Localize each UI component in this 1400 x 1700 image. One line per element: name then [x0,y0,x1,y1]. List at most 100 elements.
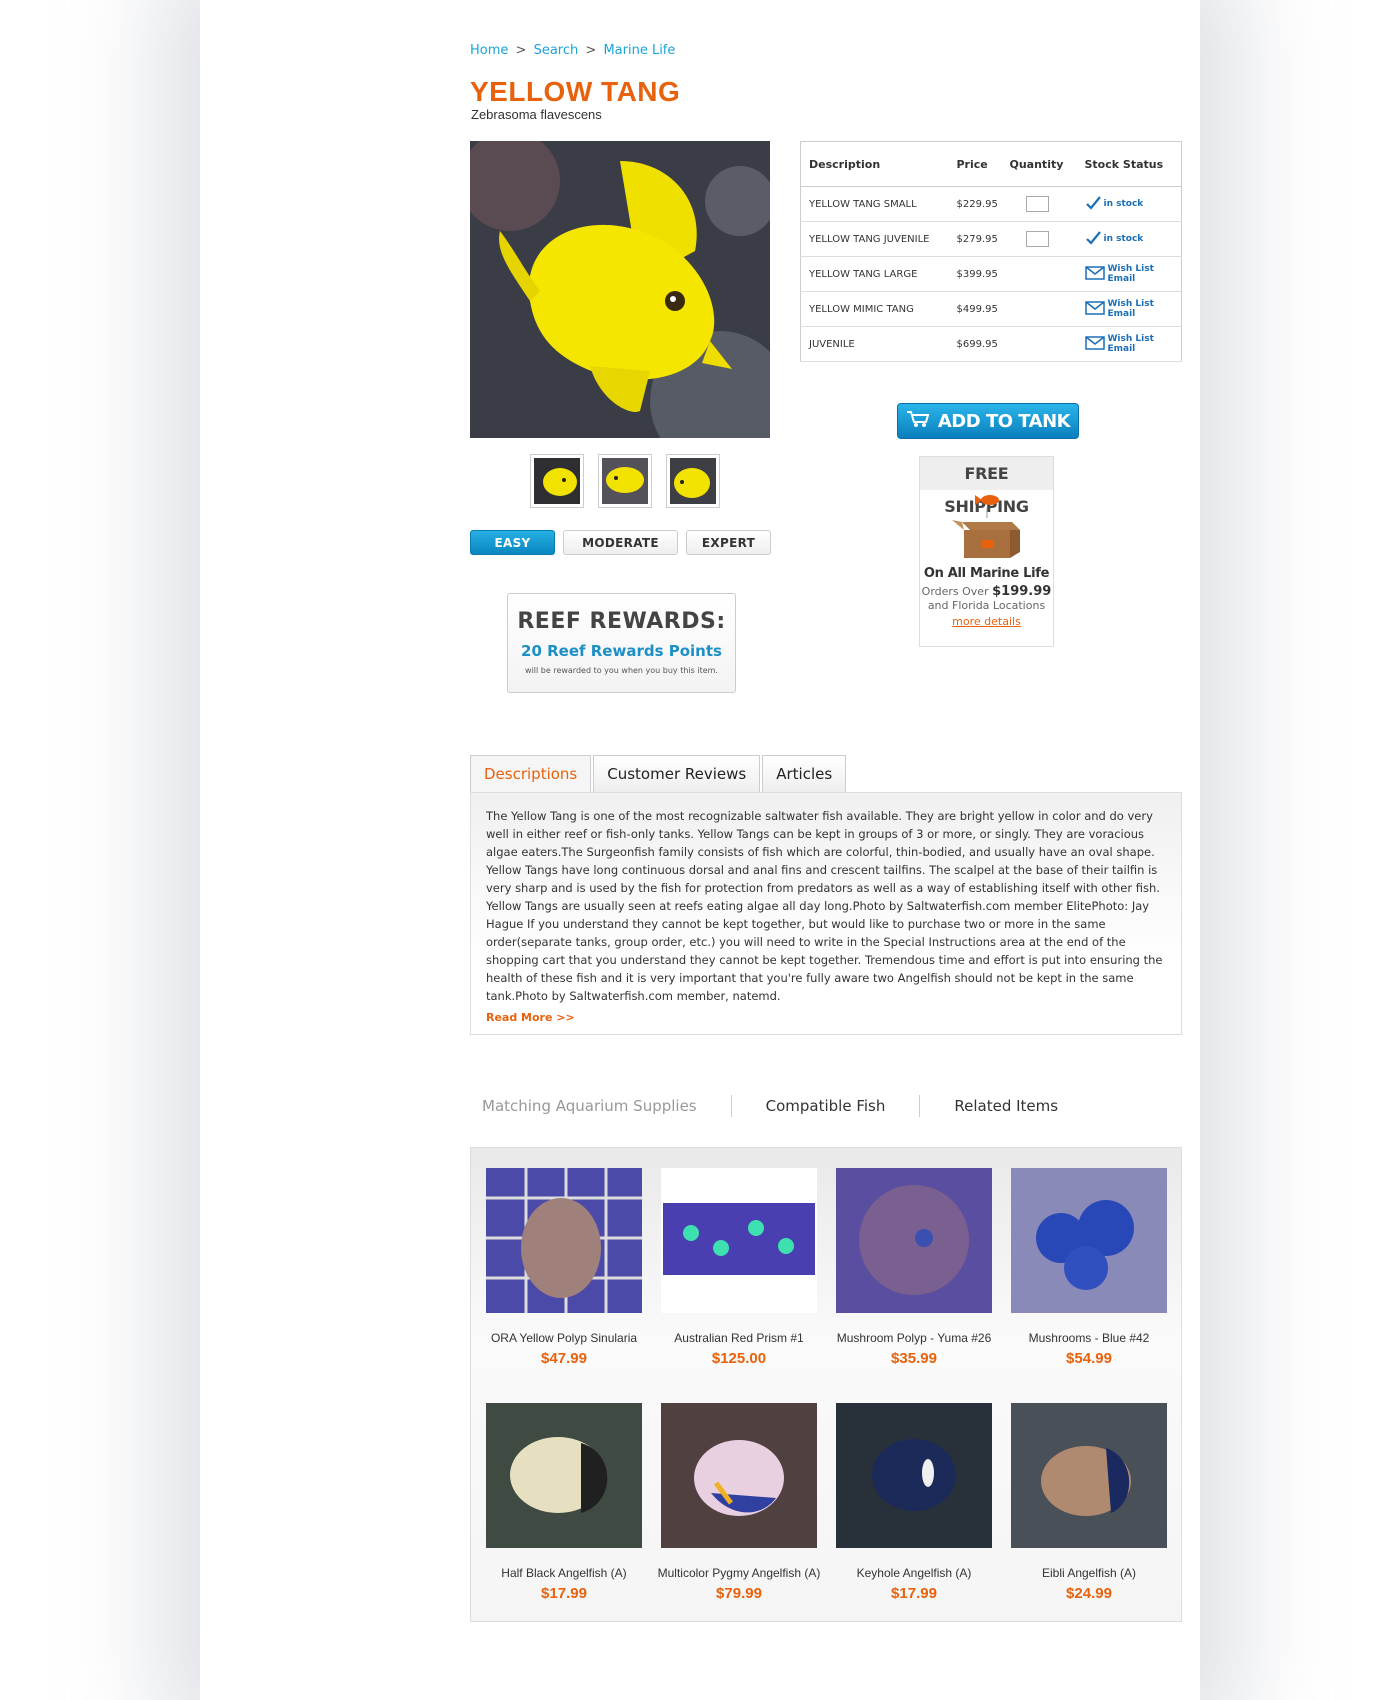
tab-related-items[interactable]: Related Items [942,1097,1070,1115]
variant-price: $499.95 [948,291,1002,327]
more-details-link[interactable]: more details [920,615,1053,628]
variant-price: $699.95 [948,326,1002,362]
stock-status-cell: Wish List Email [1076,256,1182,292]
stock-status: in stock [1085,230,1182,248]
product-thumbnail[interactable] [836,1168,992,1313]
list-item[interactable]: Mushrooms - Blue #42 $54.99 [1004,1168,1174,1367]
quantity-cell [1001,291,1077,327]
breadcrumb-search[interactable]: Search [534,43,579,58]
list-item[interactable]: Keyhole Angelfish (A) $17.99 [829,1403,999,1602]
tab-descriptions[interactable]: Descriptions [470,755,592,792]
stock-status-cell: in stock [1076,186,1182,222]
stock-status-cell: Wish List Email [1076,326,1182,362]
product-name[interactable]: ORA Yellow Polyp Sinularia [479,1331,649,1345]
variant-price: $279.95 [948,221,1002,257]
thumbnail-strip [530,454,720,508]
table-row: YELLOW TANG SMALL $229.95 in stock [800,186,1182,222]
product-price: $47.99 [541,1350,587,1367]
difficulty-moderate-button[interactable]: MODERATE [563,530,678,555]
free-shipping-title: FREE SHIPPING [920,457,1053,516]
stock-status-label: in stock [1103,199,1144,209]
free-shipping-line3: and Florida Locations [927,599,1046,612]
list-item[interactable]: Mushroom Polyp - Yuma #26 $35.99 [829,1168,999,1367]
reef-rewards-title: REEF REWARDS: [517,609,726,634]
shipping-box-icon [920,490,1053,562]
product-price: $79.99 [716,1585,762,1602]
free-shipping-amount: $199.99 [992,584,1052,599]
wish-list-email-link[interactable]: Wish List Email [1084,264,1182,284]
variant-price: $229.95 [948,186,1002,222]
quantity-cell [1001,186,1077,222]
tab-matching-supplies[interactable]: Matching Aquarium Supplies [470,1097,709,1115]
reef-rewards-note: will be rewarded to you when you buy thi… [525,666,718,675]
table-row: YELLOW TANG JUVENILE $279.95 in stock [800,221,1182,257]
product-thumbnail[interactable] [486,1403,642,1548]
product-thumbnail[interactable] [661,1403,817,1548]
envelope-icon [1084,300,1105,318]
product-main-image[interactable] [470,141,770,438]
product-name[interactable]: Half Black Angelfish (A) [479,1566,649,1580]
col-quantity: Quantity [1001,141,1077,187]
read-more-link[interactable]: Read More >> [486,1011,575,1024]
product-price: $17.99 [891,1585,937,1602]
list-item[interactable]: ORA Yellow Polyp Sinularia $47.99 [479,1168,649,1367]
breadcrumb-marine-life[interactable]: Marine Life [603,43,675,58]
product-scientific-name: Zebrasoma flavescens [471,107,602,122]
variant-table-header: Description Price Quantity Stock Status [800,141,1182,187]
product-name[interactable]: Eibli Angelfish (A) [1004,1566,1174,1580]
wish-list-email-link[interactable]: Wish List Email [1084,334,1182,354]
add-to-tank-label: ADD TO TANK [937,410,1071,432]
breadcrumb-separator: > [515,43,527,58]
quantity-input[interactable] [1025,196,1049,212]
quantity-input[interactable] [1025,231,1049,247]
related-items-grid: ORA Yellow Polyp Sinularia $47.99 Austra… [470,1147,1182,1622]
col-description: Description [800,141,949,187]
variant-price: $399.95 [948,256,1002,292]
tab-divider [919,1095,921,1117]
col-price: Price [948,141,1002,187]
thumbnail[interactable] [598,454,652,508]
list-item[interactable]: Half Black Angelfish (A) $17.99 [479,1403,649,1602]
tab-articles[interactable]: Articles [762,755,847,792]
variant-table: Description Price Quantity Stock Status … [800,141,1182,362]
wish-list-email-label: Wish List Email [1107,264,1154,284]
tab-compatible-fish[interactable]: Compatible Fish [754,1097,898,1115]
thumbnail[interactable] [666,454,720,508]
list-item[interactable]: Eibli Angelfish (A) $24.99 [1004,1403,1174,1602]
description-text: The Yellow Tang is one of the most recog… [486,809,1163,1003]
product-thumbnail[interactable] [661,1168,817,1313]
product-thumbnail[interactable] [1011,1403,1167,1548]
breadcrumb-home[interactable]: Home [470,43,508,58]
list-item[interactable]: Multicolor Pygmy Angelfish (A) $79.99 [654,1403,824,1602]
reef-rewards-box: REEF REWARDS: 20 Reef Rewards Points wil… [507,593,736,693]
product-price: $125.00 [711,1350,767,1367]
difficulty-selector: EASY MODERATE EXPERT [470,530,771,555]
product-name[interactable]: Multicolor Pygmy Angelfish (A) [654,1566,824,1580]
reef-rewards-points: 20 Reef Rewards Points [521,642,722,660]
product-name[interactable]: Mushrooms - Blue #42 [1004,1331,1174,1345]
product-price: $35.99 [891,1350,937,1367]
product-thumbnail[interactable] [486,1168,642,1313]
difficulty-easy-button[interactable]: EASY [470,530,555,555]
difficulty-expert-button[interactable]: EXPERT [686,530,771,555]
table-row: YELLOW MIMIC TANG $499.95 Wish List Emai… [800,291,1182,327]
product-thumbnail[interactable] [1011,1168,1167,1313]
wish-list-email-link[interactable]: Wish List Email [1084,299,1182,319]
product-name[interactable]: Australian Red Prism #1 [654,1331,824,1345]
tab-customer-reviews[interactable]: Customer Reviews [593,755,761,792]
stock-status-label: in stock [1103,234,1144,244]
table-row: JUVENILE $699.95 Wish List Email [800,326,1182,362]
add-to-tank-button[interactable]: ADD TO TANK [897,403,1079,439]
stock-status-cell: Wish List Email [1076,291,1182,327]
checkmark-icon [1085,195,1101,213]
description-panel: The Yellow Tang is one of the most recog… [470,792,1182,1035]
list-item[interactable]: Australian Red Prism #1 $125.00 [654,1168,824,1367]
table-row: YELLOW TANG LARGE $399.95 Wish List Emai… [800,256,1182,292]
thumbnail[interactable] [530,454,584,508]
product-name[interactable]: Mushroom Polyp - Yuma #26 [829,1331,999,1345]
product-thumbnail[interactable] [836,1403,992,1548]
orders-over-label: Orders Over [921,585,989,598]
variant-description: YELLOW MIMIC TANG [800,291,949,327]
product-name[interactable]: Keyhole Angelfish (A) [829,1566,999,1580]
quantity-cell [1001,221,1077,257]
